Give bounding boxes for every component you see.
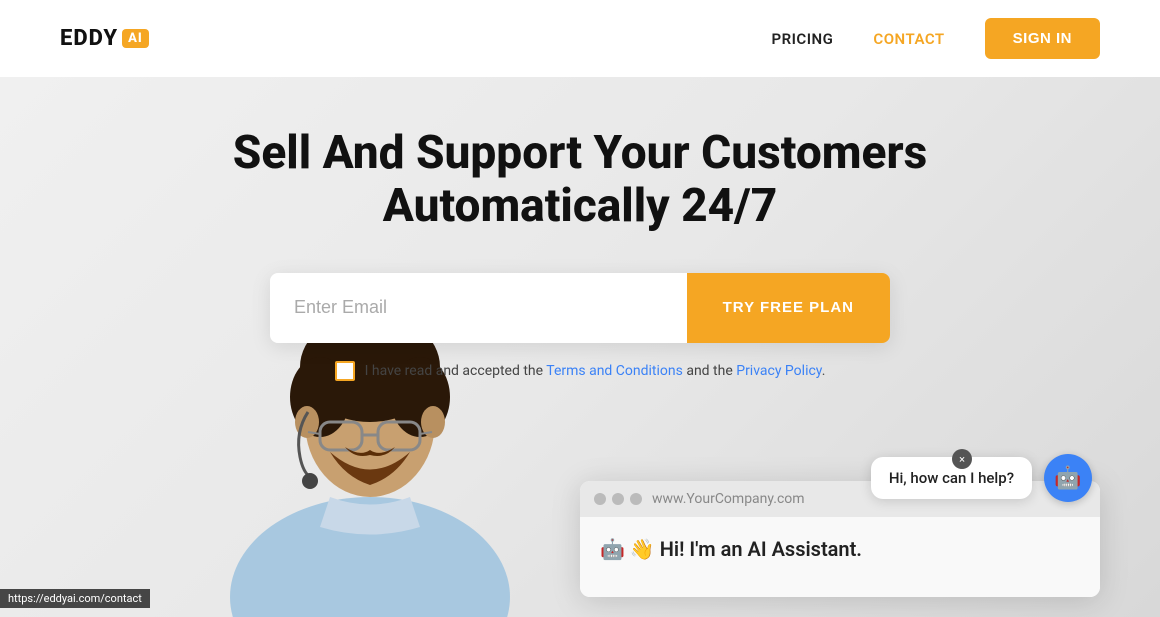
- logo-text: EDDY: [60, 26, 118, 51]
- terms-text: I have read and accepted the Terms and C…: [365, 363, 826, 379]
- dot-2: [612, 493, 624, 505]
- hero-title: Sell And Support Your Customers Automati…: [233, 127, 927, 233]
- hero-section: Sell And Support Your Customers Automati…: [0, 77, 1160, 617]
- browser-url: www.YourCompany.com: [652, 491, 805, 507]
- dot-3: [630, 493, 642, 505]
- email-form: TRY FREE PLAN: [270, 273, 890, 343]
- terms-row: I have read and accepted the Terms and C…: [335, 361, 826, 381]
- terms-link[interactable]: Terms and Conditions: [546, 363, 683, 379]
- try-free-plan-button[interactable]: TRY FREE PLAN: [687, 273, 890, 343]
- signin-button[interactable]: SIGN IN: [985, 18, 1100, 59]
- status-bar: https://eddyai.com/contact: [0, 589, 150, 608]
- chat-avatar[interactable]: 🤖: [1044, 454, 1092, 502]
- nav-contact[interactable]: CONTACT: [873, 30, 944, 48]
- dot-1: [594, 493, 606, 505]
- browser-dots: [594, 493, 642, 505]
- email-input[interactable]: [270, 273, 687, 343]
- bubble-close-button[interactable]: ×: [952, 449, 972, 469]
- logo-badge: AI: [122, 29, 149, 48]
- logo: EDDY AI: [60, 26, 149, 51]
- chat-bubble-container: × Hi, how can I help? 🤖: [871, 454, 1092, 502]
- chat-greeting: 🤖 👋 Hi! I'm an AI Assistant.: [580, 517, 1100, 597]
- navbar: EDDY AI PRICING CONTACT SIGN IN: [0, 0, 1160, 77]
- bubble-wrapper: × Hi, how can I help?: [871, 457, 1032, 499]
- nav-pricing[interactable]: PRICING: [771, 30, 833, 48]
- privacy-link[interactable]: Privacy Policy: [736, 363, 821, 379]
- chat-bubble: Hi, how can I help?: [871, 457, 1032, 499]
- terms-checkbox[interactable]: [335, 361, 355, 381]
- nav-links: PRICING CONTACT SIGN IN: [771, 18, 1100, 59]
